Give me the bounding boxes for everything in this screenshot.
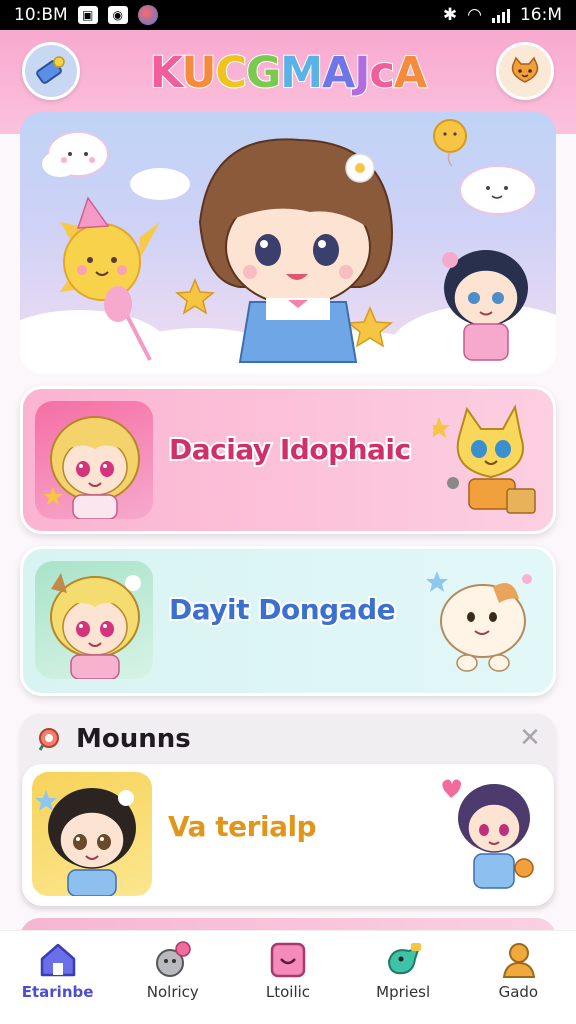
signal-icon	[491, 7, 510, 23]
cat-icon	[511, 56, 539, 83]
character-sticker-icon	[442, 779, 534, 889]
logo-letter: U	[180, 47, 217, 99]
hero-banner[interactable]	[20, 112, 556, 374]
puppy-mascot-icon	[426, 571, 532, 672]
card-title: Dayit Dongade	[167, 591, 398, 628]
hero-illustration	[20, 119, 556, 374]
logo-letter: M	[279, 47, 324, 99]
bluetooth-icon: ✱	[442, 5, 458, 25]
logo-letter: c	[368, 47, 395, 99]
nav-label: Nolricy	[146, 983, 199, 1001]
ticket-button[interactable]	[22, 42, 80, 100]
nav-label: Gado	[498, 983, 539, 1001]
item-title: Va terialp	[166, 808, 319, 845]
game-icon	[156, 941, 191, 977]
character-portrait	[43, 416, 140, 519]
star-icon	[175, 278, 215, 315]
logo-letter: K	[149, 47, 184, 99]
nav-item-game[interactable]: Nolricy	[115, 931, 230, 1024]
sun-icon	[60, 196, 160, 301]
feature-card-2[interactable]: Dayit Dongade	[20, 546, 556, 696]
character-portrait	[50, 573, 141, 679]
nav-label: Etarinbe	[21, 983, 94, 1001]
cat-profile-button[interactable]	[496, 42, 554, 100]
logo-letter: A	[321, 47, 356, 99]
home-icon	[40, 943, 76, 977]
character-portrait	[35, 788, 136, 896]
app-logo: KUCGMAJcA	[140, 44, 436, 102]
section-title: Mounns	[76, 724, 191, 754]
nav-item-chat[interactable]: Ltoilic	[230, 931, 345, 1024]
photo-notification-icon: ▣	[77, 6, 98, 24]
balloon-icon	[433, 119, 467, 167]
logo-letter: A	[393, 47, 428, 99]
bird-icon	[387, 943, 421, 975]
status-time: 10:BM	[14, 5, 68, 25]
feature-card-1[interactable]: Daciay Idophaic	[20, 386, 556, 534]
nav-label: Ltoilic	[265, 983, 311, 1001]
card-thumbnail	[32, 772, 152, 896]
bottom-nav: Etarinbe Nolricy Ltoilic Mpriesl Gado	[0, 930, 576, 1024]
cloud-icon	[42, 131, 109, 177]
pin-icon	[38, 728, 59, 751]
card-thumbnail	[35, 561, 153, 679]
card-title: Daciay Idophaic	[167, 431, 413, 468]
nav-item-home[interactable]: Etarinbe	[0, 931, 115, 1024]
chat-icon	[271, 942, 306, 978]
status-clock: 16:M	[519, 5, 562, 25]
nav-label: Mpriesl	[376, 983, 431, 1001]
logo-letter: J	[353, 47, 371, 99]
close-button[interactable]: ✕	[516, 724, 544, 752]
nav-item-bird[interactable]: Mpriesl	[346, 931, 461, 1024]
card-thumbnail	[35, 401, 153, 519]
section-item-card[interactable]: Va terialp	[22, 764, 554, 906]
logo-letter: C	[214, 47, 248, 99]
browser-notification-icon	[137, 5, 158, 25]
cat-mascot-icon	[433, 404, 536, 514]
app-notification-icon: ◉	[107, 6, 128, 24]
ticket-icon	[36, 56, 65, 84]
status-bar: 10:BM ▣ ◉ ✱ ◠ 16:M	[0, 0, 576, 30]
logo-letter: G	[245, 47, 282, 99]
nav-item-profile[interactable]: Gado	[461, 931, 576, 1024]
moments-section: Mounns ✕ Va terialp	[20, 714, 556, 908]
wifi-icon: ◠	[467, 5, 482, 25]
profile-icon	[502, 943, 535, 978]
